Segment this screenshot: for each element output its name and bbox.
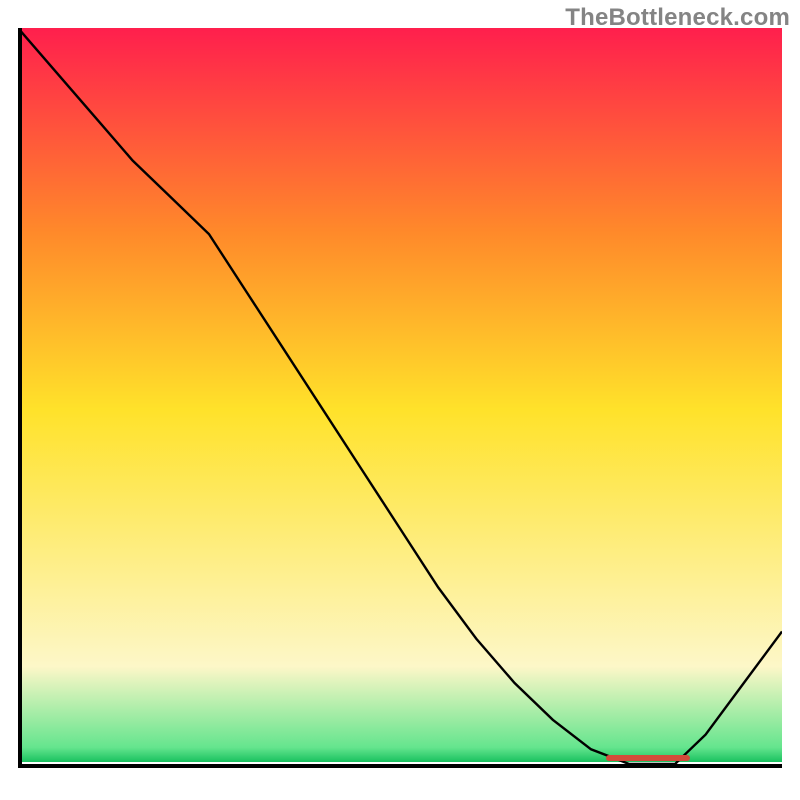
optimal-range-marker (606, 755, 690, 761)
curve-svg (18, 28, 782, 768)
bottleneck-curve (18, 28, 782, 764)
chart-stage: TheBottleneck.com (0, 0, 800, 800)
plot-area (18, 28, 782, 782)
